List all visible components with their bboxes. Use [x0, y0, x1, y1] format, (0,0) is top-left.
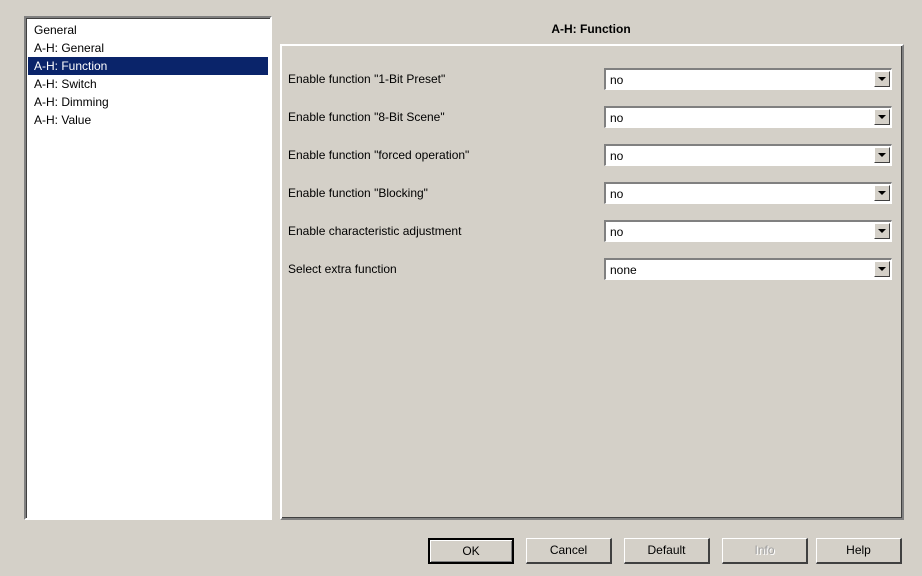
param-select-1bit-preset[interactable]: no: [604, 68, 892, 90]
param-row-extra-function: Select extra function none: [288, 258, 892, 280]
chevron-down-icon[interactable]: [874, 147, 890, 163]
parameter-tree[interactable]: General A-H: General A-H: Function A-H: …: [24, 16, 272, 520]
param-select-characteristic-adjustment[interactable]: no: [604, 220, 892, 242]
param-select-forced-operation[interactable]: no: [604, 144, 892, 166]
info-button: Info: [722, 538, 808, 564]
sidebar-item-ah-general[interactable]: A-H: General: [28, 39, 268, 57]
param-label: Select extra function: [288, 262, 397, 276]
param-row-1bit-preset: Enable function "1-Bit Preset" no: [288, 68, 892, 90]
sidebar-item-ah-switch[interactable]: A-H: Switch: [28, 75, 268, 93]
param-label: Enable function "8-Bit Scene": [288, 110, 445, 124]
param-row-characteristic-adjustment: Enable characteristic adjustment no: [288, 220, 892, 242]
default-button[interactable]: Default: [624, 538, 710, 564]
page-title: A-H: Function: [551, 22, 631, 36]
param-row-8bit-scene: Enable function "8-Bit Scene" no: [288, 106, 892, 128]
select-value: none: [610, 263, 637, 277]
cancel-button[interactable]: Cancel: [526, 538, 612, 564]
param-select-blocking[interactable]: no: [604, 182, 892, 204]
sidebar-item-ah-value[interactable]: A-H: Value: [28, 111, 268, 129]
chevron-down-icon[interactable]: [874, 71, 890, 87]
param-select-extra-function[interactable]: none: [604, 258, 892, 280]
param-label: Enable function "1-Bit Preset": [288, 72, 446, 86]
select-value: no: [610, 149, 624, 163]
chevron-down-icon[interactable]: [874, 185, 890, 201]
param-label: Enable function "Blocking": [288, 186, 428, 200]
help-button[interactable]: Help: [816, 538, 902, 564]
param-label: Enable characteristic adjustment: [288, 224, 462, 238]
select-value: no: [610, 111, 624, 125]
sidebar-item-ah-function[interactable]: A-H: Function: [28, 57, 268, 75]
select-value: no: [610, 187, 624, 201]
parameter-panel: Enable function "1-Bit Preset" no Enable…: [280, 44, 904, 520]
param-row-blocking: Enable function "Blocking" no: [288, 182, 892, 204]
chevron-down-icon[interactable]: [874, 223, 890, 239]
param-label: Enable function "forced operation": [288, 148, 470, 162]
param-select-8bit-scene[interactable]: no: [604, 106, 892, 128]
param-row-forced-operation: Enable function "forced operation" no: [288, 144, 892, 166]
sidebar-item-general[interactable]: General: [28, 21, 268, 39]
chevron-down-icon[interactable]: [874, 261, 890, 277]
sidebar-item-ah-dimming[interactable]: A-H: Dimming: [28, 93, 268, 111]
chevron-down-icon[interactable]: [874, 109, 890, 125]
select-value: no: [610, 73, 624, 87]
ok-button[interactable]: OK: [428, 538, 514, 564]
select-value: no: [610, 225, 624, 239]
